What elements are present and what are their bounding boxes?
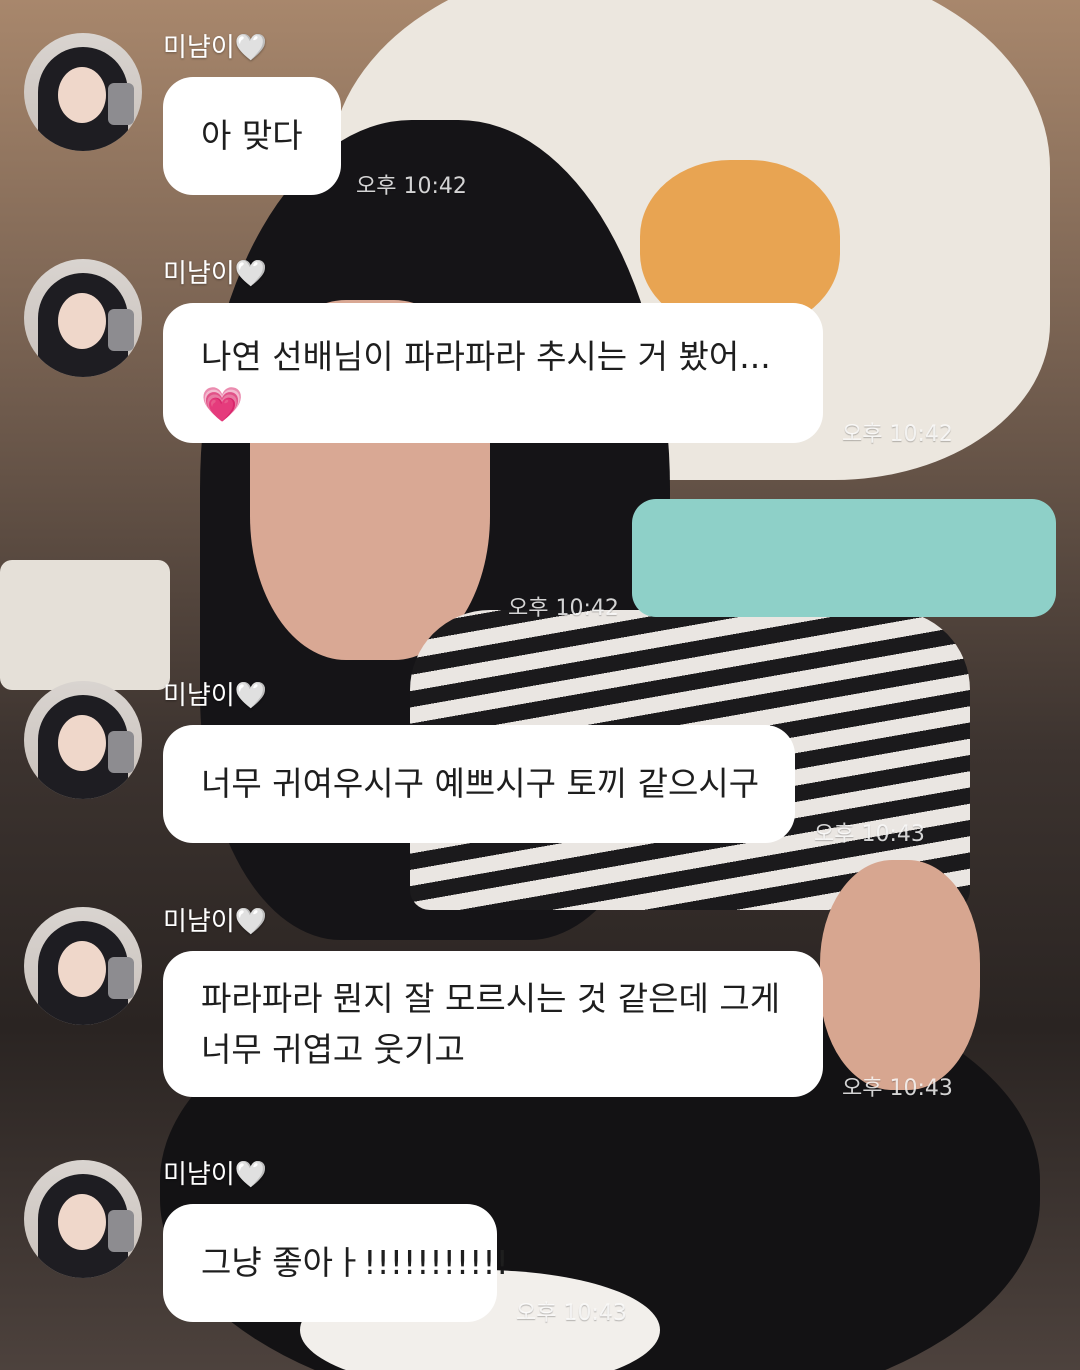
background-photo [0,0,1080,1370]
message-bubble[interactable]: 파라파라 뭔지 잘 모르시는 것 같은데 그게 너무 귀엽고 웃기고 [163,951,823,1097]
white-heart-icon: 🤍 [234,907,268,937]
sender-name: 미냠이🤍 [163,907,268,937]
avatar[interactable] [24,33,142,151]
sender-name: 미냠이🤍 [163,33,268,63]
avatar[interactable] [24,681,142,799]
avatar[interactable] [24,1160,142,1278]
message-time: 오후 10:42 [508,596,619,621]
pink-heart-icon: 💗 [201,385,244,425]
message-text: 아 맞다 [201,116,303,155]
avatar[interactable] [24,907,142,1025]
message-time: 오후 10:42 [842,422,953,447]
sender-name: 미냠이🤍 [163,1160,268,1190]
message-time: 오후 10:43 [516,1301,627,1326]
sender-name: 미냠이🤍 [163,681,268,711]
message-time: 오후 10:42 [356,174,467,199]
message-text: 너무 귀여우시구 예쁘시구 토끼 같으시구 [201,764,760,803]
white-heart-icon: 🤍 [234,1160,268,1190]
white-heart-icon: 🤍 [234,33,268,63]
message-time: 오후 10:43 [814,822,925,847]
white-heart-icon: 🤍 [234,259,268,289]
sender-name: 미냠이🤍 [163,259,268,289]
message-text: 나연 선배님이 파라파라 추시는 거 봤어... [201,337,771,376]
message-text: 파라파라 뭔지 잘 모르시는 것 같은데 그게 [201,979,781,1018]
avatar[interactable] [24,259,142,377]
message-bubble[interactable]: 나연 선배님이 파라파라 추시는 거 봤어... 💗 [163,303,823,443]
message-time: 오후 10:43 [842,1076,953,1101]
message-bubble[interactable]: 아 맞다 [163,77,341,195]
message-bubble[interactable]: 그냥 좋아ㅏ!!!!!!!!!!! [163,1204,509,1322]
message-bubble[interactable]: 너무 귀여우시구 예쁘시구 토끼 같으시구 [163,725,795,843]
message-text: 너무 귀엽고 웃기고 [201,1030,465,1069]
white-heart-icon: 🤍 [234,681,268,711]
message-text: 그냥 좋아ㅏ!!!!!!!!!!! [201,1243,509,1282]
outgoing-message-bubble[interactable] [632,499,1056,617]
